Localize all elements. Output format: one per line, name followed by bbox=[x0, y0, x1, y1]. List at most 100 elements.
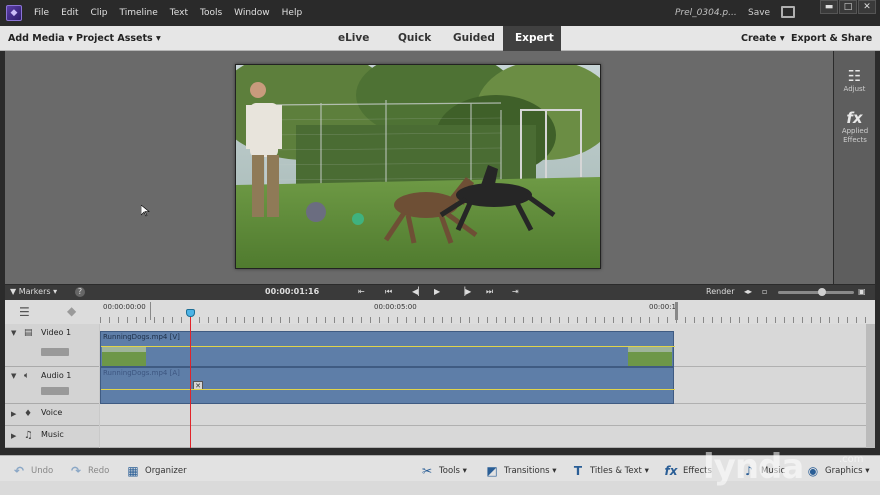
project-assets-button[interactable]: Project Assets ▾ bbox=[76, 33, 161, 44]
menu-list: File Edit Clip Timeline Text Tools Windo… bbox=[34, 8, 314, 18]
zoom-slider[interactable] bbox=[778, 288, 854, 296]
current-timecode: 00:00:01:16 bbox=[265, 287, 320, 296]
transitions-button[interactable]: ◩ Transitions ▾ bbox=[485, 464, 556, 478]
timeline-header: ☰ ◆ 00:00:00:00 00:00:05:00 00:00:1 bbox=[5, 300, 875, 324]
create-label: Create bbox=[741, 33, 777, 44]
microphone-icon[interactable]: ♦ bbox=[24, 409, 32, 419]
expand-triangle-icon: ▼ bbox=[10, 287, 17, 296]
fullscreen-icon[interactable] bbox=[781, 6, 795, 18]
project-assets-label: Project Assets bbox=[76, 33, 153, 44]
maximize-icon[interactable]: □ bbox=[839, 0, 857, 14]
ruler-time-start: 00:00:00:00 bbox=[103, 303, 146, 311]
render-button[interactable]: Render bbox=[706, 287, 734, 296]
keyframe-nav[interactable] bbox=[41, 387, 69, 395]
undo-label: Undo bbox=[31, 466, 54, 476]
go-to-start-icon[interactable]: ⇤ bbox=[358, 287, 365, 296]
undo-icon: ↶ bbox=[13, 464, 25, 478]
collapse-triangle-icon[interactable]: ▼ bbox=[11, 329, 16, 337]
expand-triangle-icon[interactable]: ▶ bbox=[11, 410, 16, 418]
track-area-voice[interactable] bbox=[100, 404, 870, 426]
snap-arrow-icon[interactable]: ◆ bbox=[67, 304, 76, 318]
applied-effects-button[interactable]: fx Applied Effects bbox=[834, 109, 875, 145]
track-header-voice: ▶ ♦ Voice bbox=[5, 404, 99, 426]
volume-line[interactable] bbox=[101, 389, 675, 390]
speaker-icon[interactable]: 🔈︎ bbox=[24, 371, 29, 381]
menu-tools[interactable]: Tools bbox=[200, 8, 222, 18]
audio-clip-name: RunningDogs.mp4 [A] bbox=[103, 369, 180, 377]
organizer-button[interactable]: ▦ Organizer bbox=[126, 464, 186, 478]
timeline-scrollbar[interactable] bbox=[866, 324, 875, 448]
menu-timeline[interactable]: Timeline bbox=[120, 8, 158, 18]
play-icon[interactable]: ▶ bbox=[434, 287, 440, 296]
right-side-panel: ☷ Adjust fx Applied Effects bbox=[834, 51, 875, 284]
lynda-watermark: lynda bbox=[703, 447, 804, 487]
film-icon[interactable]: ▤ bbox=[24, 328, 33, 338]
track-name-video1: Video 1 bbox=[41, 328, 72, 337]
menu-help[interactable]: Help bbox=[282, 8, 303, 18]
dropdown-arrow-icon: ▾ bbox=[155, 33, 161, 44]
tools-label: Tools bbox=[439, 466, 460, 476]
minimize-icon[interactable]: ▬ bbox=[820, 0, 838, 14]
next-edit-icon[interactable]: ⏭ bbox=[486, 287, 493, 297]
menu-file[interactable]: File bbox=[34, 8, 49, 18]
time-ruler[interactable]: 00:00:00:00 00:00:05:00 00:00:1 bbox=[100, 300, 870, 324]
go-to-end-icon[interactable]: ⇥ bbox=[512, 287, 519, 296]
timeline-tracks: ▼ ▤ Video 1 RunningDogs.mp4 [V] ▼ 🔈︎ Aud… bbox=[5, 324, 875, 448]
zoom-slider-thumb[interactable] bbox=[818, 288, 826, 296]
app-logo-icon: ◆ bbox=[6, 5, 22, 21]
help-icon[interactable]: ? bbox=[75, 287, 85, 297]
add-media-button[interactable]: Add Media ▾ bbox=[8, 33, 73, 44]
menu-clip[interactable]: Clip bbox=[91, 8, 108, 18]
expand-triangle-icon[interactable]: ▶ bbox=[11, 432, 16, 440]
previous-edit-icon[interactable]: ⏮ bbox=[385, 287, 392, 297]
titles-text-button[interactable]: T Titles & Text ▾ bbox=[571, 464, 649, 478]
tab-guided[interactable]: Guided bbox=[441, 26, 507, 51]
work-area-end-marker[interactable] bbox=[675, 302, 678, 320]
step-forward-icon[interactable]: ▕▶ bbox=[459, 287, 471, 296]
menu-window[interactable]: Window bbox=[234, 8, 270, 18]
menu-text[interactable]: Text bbox=[170, 8, 188, 18]
music-note-icon[interactable]: ♫ bbox=[24, 430, 33, 441]
export-share-button[interactable]: Export & Share bbox=[791, 33, 872, 44]
fit-icon[interactable]: ◂▸ bbox=[744, 287, 752, 296]
tab-expert[interactable]: Expert bbox=[503, 26, 561, 51]
video-preview-frame[interactable] bbox=[235, 64, 601, 269]
playhead-handle[interactable] bbox=[186, 309, 195, 317]
organizer-icon: ▦ bbox=[127, 464, 139, 478]
track-area-video1[interactable]: RunningDogs.mp4 [V] bbox=[100, 324, 870, 367]
fx-icon: fx bbox=[846, 109, 863, 127]
close-icon[interactable]: ✕ bbox=[858, 0, 876, 14]
tools-button[interactable]: ✂ Tools ▾ bbox=[420, 464, 467, 478]
adjust-button[interactable]: ☷ Adjust bbox=[834, 67, 875, 93]
redo-label: Redo bbox=[88, 466, 110, 476]
ruler-time-end: 00:00:1 bbox=[649, 303, 676, 311]
step-back-icon[interactable]: ◀▏ bbox=[412, 287, 424, 296]
video-clip[interactable]: RunningDogs.mp4 [V] bbox=[100, 331, 675, 367]
work-area-start-marker[interactable] bbox=[150, 302, 151, 320]
video-clip-name: RunningDogs.mp4 [V] bbox=[103, 333, 180, 341]
create-button[interactable]: Create ▾ bbox=[741, 33, 785, 44]
zoom-in-icon[interactable]: ▣ bbox=[858, 287, 866, 296]
track-options-icon[interactable]: ☰ bbox=[19, 305, 30, 319]
save-button[interactable]: Save bbox=[748, 8, 770, 18]
tab-quick[interactable]: Quick bbox=[386, 26, 443, 51]
markers-dropdown[interactable]: ▼ Markers ▾ bbox=[10, 287, 57, 296]
graphics-button[interactable]: ◉ Graphics ▾ bbox=[806, 464, 870, 478]
zoom-out-icon[interactable]: ▫ bbox=[762, 287, 767, 296]
mode-toolbar: Add Media ▾ Project Assets ▾ eLive Quick… bbox=[0, 26, 880, 51]
project-name: Prel_0304.p... bbox=[675, 8, 737, 18]
audio-clip[interactable]: RunningDogs.mp4 [A] ✕ bbox=[100, 367, 675, 404]
collapse-triangle-icon[interactable]: ▼ bbox=[11, 372, 16, 380]
redo-button[interactable]: ↷ Redo bbox=[69, 464, 109, 478]
transitions-label: Transitions bbox=[504, 466, 550, 476]
tab-elive[interactable]: eLive bbox=[326, 26, 381, 51]
track-area-music[interactable] bbox=[100, 426, 870, 448]
track-area-audio1[interactable]: RunningDogs.mp4 [A] ✕ bbox=[100, 367, 870, 404]
undo-button[interactable]: ↶ Undo bbox=[12, 464, 53, 478]
ruler-ticks bbox=[100, 317, 870, 323]
keyframe-nav[interactable] bbox=[41, 348, 69, 356]
opacity-line[interactable] bbox=[101, 346, 675, 347]
titles-text-label: Titles & Text bbox=[590, 466, 642, 476]
track-name-voice: Voice bbox=[41, 408, 63, 417]
menu-edit[interactable]: Edit bbox=[61, 8, 78, 18]
